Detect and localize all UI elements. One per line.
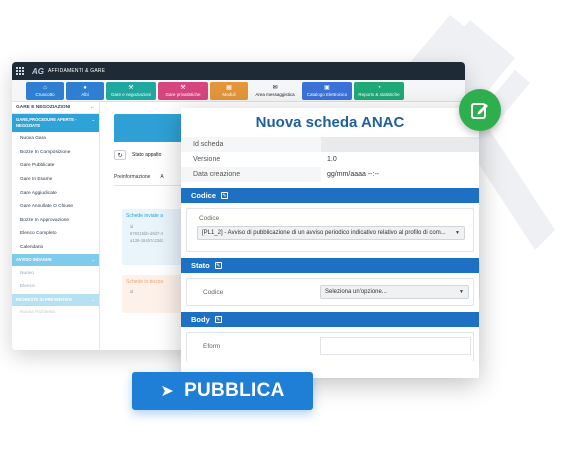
chevron-down-icon: ⌄ (91, 117, 95, 122)
sidebar-item-avviso-0[interactable]: Nuovo (12, 266, 99, 280)
anac-modal: Nuova scheda ANAC Id scheda Versione 1.0… (181, 108, 479, 378)
section-codice: Codice ✎ (181, 188, 479, 203)
field-id-scheda: Id scheda (181, 137, 479, 152)
sidebar-item-richieste-0[interactable]: Nuova Richiesta (12, 306, 99, 320)
module-cruscotto[interactable]: ⌂ Cruscotto (26, 82, 64, 100)
sidebar-section-gare[interactable]: GARE,PROCEDURE APERTE - NEGOZIATE ⌄ (12, 114, 99, 132)
cart-icon: ▣ (324, 85, 330, 91)
apps-grid-icon[interactable] (16, 67, 24, 75)
app-topbar: AG AFFIDAMENTI & GARE (12, 62, 465, 80)
edit-icon (471, 103, 488, 119)
module-gare-privatistiche[interactable]: ⚒ Gare privatistiche (158, 82, 208, 100)
sidebar-section-avviso[interactable]: AVVISO INDAGINI ⌄ (12, 254, 99, 267)
sidebar-item-gare-2[interactable]: Gare Pubblicate (12, 159, 99, 173)
module-moduli[interactable]: ▦ Moduli (210, 82, 248, 100)
body-box: Eform (186, 332, 474, 362)
gavel-icon: ⚒ (180, 85, 186, 91)
publish-button[interactable]: ➤ PUBBLICA (132, 372, 313, 410)
modal-title: Nuova scheda ANAC (255, 114, 405, 131)
sidebar-item-avviso-1[interactable]: Elenco (12, 280, 99, 294)
module-catalogo-elettronico[interactable]: ▣ Catalogo Elettronico (302, 82, 352, 100)
sidebar-section-richieste[interactable]: RICHIESTE DI PREVENTIVO ⌄ (12, 293, 99, 306)
caret-down-icon: ▼ (459, 289, 464, 295)
module-reports-statistiche[interactable]: ◔ Reports & statistiche (354, 82, 404, 100)
codice-box: Codice [PL1_2] - Avviso di pubblicazione… (186, 208, 474, 252)
chevron-down-icon: ⌄ (91, 296, 95, 302)
collapse-arrow-icon[interactable]: ← (90, 105, 95, 110)
edit-icon[interactable]: ✎ (221, 192, 229, 199)
edit-icon[interactable]: ✎ (214, 316, 222, 323)
chart-icon: ◔ (377, 85, 381, 91)
stato-select[interactable]: Seleziona un'opzione... ▼ (320, 285, 469, 299)
app-logo: AG (32, 66, 44, 76)
sidebar-item-gare-0[interactable]: Nuova Gara (12, 132, 99, 146)
sidebar-header: GARE E NEGOZIAZIONI ← (12, 102, 99, 114)
refresh-icon[interactable]: ↻ (114, 150, 126, 160)
edit-icon[interactable]: ✎ (214, 262, 222, 269)
module-gare-negoziazioni[interactable]: ⚒ Gare e negoziazioni (106, 82, 156, 100)
sidebar: GARE E NEGOZIAZIONI ← GARE,PROCEDURE APE… (12, 102, 100, 350)
chevron-down-icon: ⌄ (91, 257, 95, 263)
sidebar-item-gare-1[interactable]: Bozze In Composizione (12, 146, 99, 160)
edit-badge[interactable] (459, 89, 501, 131)
send-arrow-icon: ➤ (160, 383, 175, 400)
sidebar-item-gare-5[interactable]: Gare Annullate O Chiuse (12, 200, 99, 214)
tab-a[interactable]: A (160, 174, 163, 185)
caret-down-icon: ▼ (455, 230, 460, 236)
stage: AG AFFIDAMENTI & GARE ⌂ Cruscotto ● Albi ⚒… (0, 0, 561, 449)
stato-box: Codice Seleziona un'opzione... ▼ (186, 278, 474, 306)
section-body: Body ✎ (181, 312, 479, 327)
sidebar-item-gare-6[interactable]: Bozze In Approvazione (12, 214, 99, 228)
sidebar-item-gare-8[interactable]: Calendario (12, 241, 99, 255)
eform-field[interactable] (320, 337, 471, 355)
sidebar-item-gare-7[interactable]: Elenco Completo (12, 227, 99, 241)
module-bar: ⌂ Cruscotto ● Albi ⚒ Gare e negoziazioni ⚒ G… (12, 80, 465, 102)
module-albi[interactable]: ● Albi (66, 82, 104, 100)
module-area-messaggistica[interactable]: ✉ Area messaggistica (250, 82, 300, 100)
tab-preinformazione[interactable]: Preinformazione (114, 174, 150, 185)
grid-icon: ▦ (226, 85, 232, 91)
gavel-icon: ⚒ (128, 85, 134, 91)
field-versione: Versione 1.0 (181, 152, 479, 167)
section-stato: Stato ✎ (181, 258, 479, 273)
sidebar-item-gare-3[interactable]: Gare In Esame (12, 173, 99, 187)
mail-icon: ✉ (272, 85, 278, 91)
home-icon: ⌂ (43, 85, 47, 91)
status-row: ↻ Stato appalto (114, 150, 161, 160)
field-data-creazione: Data creazione gg/mm/aaaa --:-- (181, 167, 479, 182)
users-icon: ● (83, 85, 87, 91)
app-title: AFFIDAMENTI & GARE (48, 68, 106, 74)
sidebar-item-gare-4[interactable]: Gare Aggiudicate (12, 186, 99, 200)
codice-select[interactable]: [PL1_2] - Avviso di pubblicazione di un … (197, 226, 465, 240)
